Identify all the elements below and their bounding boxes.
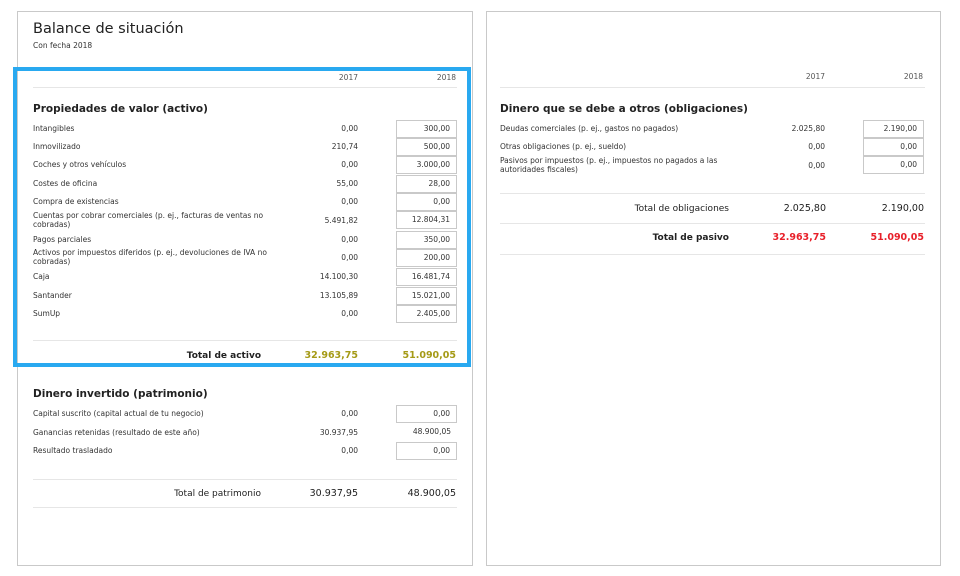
asset-row-label: Costes de oficina (33, 179, 98, 188)
grand-total-label: Total de pasivo (652, 233, 729, 243)
asset-row-2017: 210,74 (331, 142, 358, 151)
asset-row-2017: 0,00 (341, 197, 358, 206)
liability-row-2017: 2.025,80 (791, 124, 825, 133)
equity-row: Resultado trasladado 0,00 0,00 (33, 442, 457, 464)
liability-row-label: Otras obligaciones (p. ej., sueldo) (500, 142, 627, 151)
asset-row-label: Caja (33, 272, 50, 281)
equity-row-label: Capital suscrito (capital actual de tu n… (33, 409, 204, 418)
asset-row-2017: 55,00 (336, 179, 358, 188)
page-title: Balance de situación (33, 21, 184, 37)
asset-row-label: Activos por impuestos diferidos (p. ej.,… (33, 248, 267, 266)
liability-row-label: Deudas comerciales (p. ej., gastos no pa… (500, 124, 679, 133)
year-header-2018: 2018 (436, 73, 456, 82)
equity-total-2017: 30.937,95 (309, 488, 358, 499)
asset-row: SumUp 0,00 2.405,00 (33, 305, 457, 327)
asset-2018-input[interactable]: 12.804,31 (396, 211, 457, 229)
asset-row: Coches y otros vehículos 0,00 3.000,00 (33, 156, 457, 178)
assets-total-2017: 32.963,75 (304, 350, 359, 361)
liability-row-2017: 0,00 (808, 161, 825, 170)
equity-2018-input[interactable]: 0,00 (396, 442, 457, 460)
liabilities-total-2018: 2.190,00 (881, 203, 924, 214)
asset-row: Inmovilizado 210,74 500,00 (33, 138, 457, 160)
grand-total-2018: 51.090,05 (870, 232, 925, 243)
equity-total-2018: 48.900,05 (407, 488, 456, 499)
asset-row: Activos por impuestos diferidos (p. ej.,… (33, 248, 457, 268)
equity-2018-input[interactable]: 0,00 (396, 405, 457, 423)
liability-row: Pasivos por impuestos (p. ej., impuestos… (500, 156, 925, 176)
balance-left-panel: Balance de situación Con fecha 2018 2017… (17, 11, 473, 566)
grand-total-2017: 32.963,75 (772, 232, 827, 243)
asset-2018-input[interactable]: 15.021,00 (396, 287, 457, 305)
year-header-2018: 2018 (903, 72, 923, 81)
asset-row-2017: 0,00 (341, 124, 358, 133)
asset-row: Costes de oficina 55,00 28,00 (33, 175, 457, 197)
equity-row: Capital suscrito (capital actual de tu n… (33, 405, 457, 427)
assets-total-label: Total de activo (186, 351, 261, 361)
asset-2018-input[interactable]: 16.481,74 (396, 268, 457, 286)
equity-row-2017: 0,00 (341, 446, 358, 455)
assets-section-title: Propiedades de valor (activo) (33, 103, 208, 115)
divider (33, 340, 457, 341)
asset-row-label: Cuentas por cobrar comerciales (p. ej., … (33, 211, 264, 229)
assets-total-2018: 51.090,05 (402, 350, 457, 361)
divider (500, 87, 925, 88)
divider (500, 254, 925, 255)
asset-2018-input[interactable]: 300,00 (396, 120, 457, 138)
asset-row-2017: 0,00 (341, 235, 358, 244)
divider (33, 87, 457, 88)
divider (500, 223, 925, 224)
asset-row-2017: 14.100,30 (319, 272, 358, 281)
divider (500, 193, 925, 194)
asset-row-label: Coches y otros vehículos (33, 160, 127, 169)
year-header-2017: 2017 (338, 73, 358, 82)
balance-right-panel: 2017 2018 Dinero que se debe a otros (ob… (486, 11, 941, 566)
equity-section-title: Dinero invertido (patrimonio) (33, 388, 208, 400)
asset-row-label: Compra de existencias (33, 197, 119, 206)
asset-row-2017: 0,00 (341, 309, 358, 318)
asset-row: Cuentas por cobrar comerciales (p. ej., … (33, 211, 457, 231)
liability-2018-input[interactable]: 0,00 (863, 156, 924, 174)
asset-2018-input[interactable]: 2.405,00 (396, 305, 457, 323)
asset-2018-input[interactable]: 500,00 (396, 138, 457, 156)
equity-row-label: Ganancias retenidas (resultado de este a… (33, 428, 200, 437)
asset-2018-input[interactable]: 350,00 (396, 231, 457, 249)
asset-row-2017: 0,00 (341, 253, 358, 262)
asset-row: Santander 13.105,89 15.021,00 (33, 287, 457, 309)
year-header-2017: 2017 (805, 72, 825, 81)
asset-row: Caja 14.100,30 16.481,74 (33, 268, 457, 290)
divider (33, 507, 457, 508)
asset-2018-input[interactable]: 0,00 (396, 193, 457, 211)
divider (33, 479, 457, 480)
asset-row-2017: 5.491,82 (324, 216, 358, 225)
asset-2018-input[interactable]: 200,00 (396, 249, 457, 267)
asset-row-label: Santander (33, 291, 72, 300)
page-subtitle: Con fecha 2018 (33, 41, 93, 50)
asset-row-2017: 0,00 (341, 160, 358, 169)
liabilities-total-label: Total de obligaciones (634, 204, 729, 214)
equity-row-2017: 30.937,95 (319, 428, 358, 437)
equity-row-2017: 0,00 (341, 409, 358, 418)
asset-row-label: SumUp (33, 309, 61, 318)
equity-row: Ganancias retenidas (resultado de este a… (33, 427, 457, 446)
equity-total-label: Total de patrimonio (174, 489, 261, 499)
liability-row-label: Pasivos por impuestos (p. ej., impuestos… (500, 156, 718, 174)
asset-row-2017: 13.105,89 (319, 291, 358, 300)
asset-2018-input[interactable]: 28,00 (396, 175, 457, 193)
asset-2018-input[interactable]: 3.000,00 (396, 156, 457, 174)
liability-row: Deudas comerciales (p. ej., gastos no pa… (500, 120, 925, 142)
liabilities-section-title: Dinero que se debe a otros (obligaciones… (500, 103, 748, 115)
asset-row-label: Intangibles (33, 124, 75, 133)
asset-row-label: Pagos parciales (33, 235, 92, 244)
liabilities-total-2017: 2.025,80 (783, 203, 826, 214)
asset-row: Intangibles 0,00 300,00 (33, 120, 457, 142)
asset-row-label: Inmovilizado (33, 142, 81, 151)
liability-2018-input[interactable]: 2.190,00 (863, 120, 924, 138)
equity-row-2018: 48.900,05 (412, 427, 451, 436)
equity-row-label: Resultado trasladado (33, 446, 113, 455)
liability-row-2017: 0,00 (808, 142, 825, 151)
liability-2018-input[interactable]: 0,00 (863, 138, 924, 156)
